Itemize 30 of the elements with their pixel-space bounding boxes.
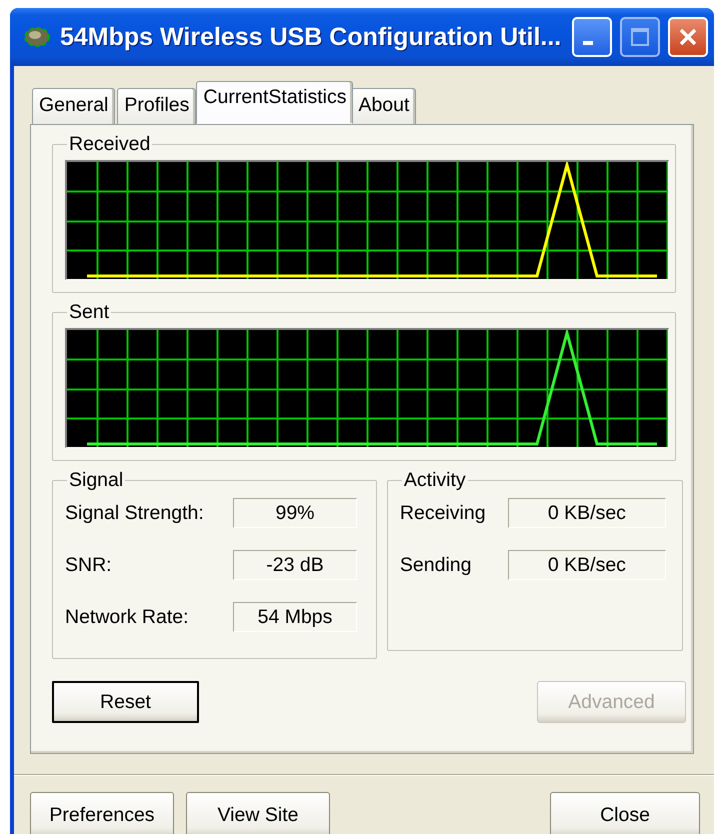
wireless-card-icon	[22, 24, 52, 50]
group-title: Received	[68, 133, 152, 156]
value-box: 0 KB/sec	[508, 498, 666, 528]
minimize-button[interactable]	[572, 17, 612, 57]
value-box: -23 dB	[233, 550, 357, 580]
group-title: Activity	[402, 469, 467, 492]
window-title: 54Mbps Wireless USB Configuration Util...	[60, 22, 562, 52]
group-title: Sent	[68, 301, 110, 324]
dialog-button[interactable]: Preferences	[30, 792, 174, 834]
tab[interactable]: CurrentStatistics	[196, 81, 354, 124]
group-title: Signal	[68, 469, 124, 492]
reset-button[interactable]: Reset	[52, 681, 199, 723]
field-label: Signal Strength:	[65, 502, 205, 524]
close-icon	[677, 26, 699, 48]
maximize-button[interactable]	[620, 17, 660, 57]
tab[interactable]: About	[351, 88, 416, 124]
tab[interactable]: Profiles	[117, 88, 196, 124]
close-button[interactable]: Close	[550, 792, 700, 834]
field-label: Sending	[400, 554, 472, 576]
value-box: 54 Mbps	[233, 602, 357, 632]
field-label: Receiving	[400, 502, 487, 524]
value-box: 0 KB/sec	[508, 550, 666, 580]
tab[interactable]: General	[32, 88, 116, 124]
close-button[interactable]	[668, 17, 708, 57]
maximize-icon	[630, 27, 650, 47]
field-label: Network Rate:	[65, 606, 190, 628]
field-label: SNR:	[65, 554, 113, 576]
minimize-icon	[583, 41, 593, 45]
dialog-button[interactable]: View Site	[186, 792, 330, 834]
value-box: 99%	[233, 498, 357, 528]
